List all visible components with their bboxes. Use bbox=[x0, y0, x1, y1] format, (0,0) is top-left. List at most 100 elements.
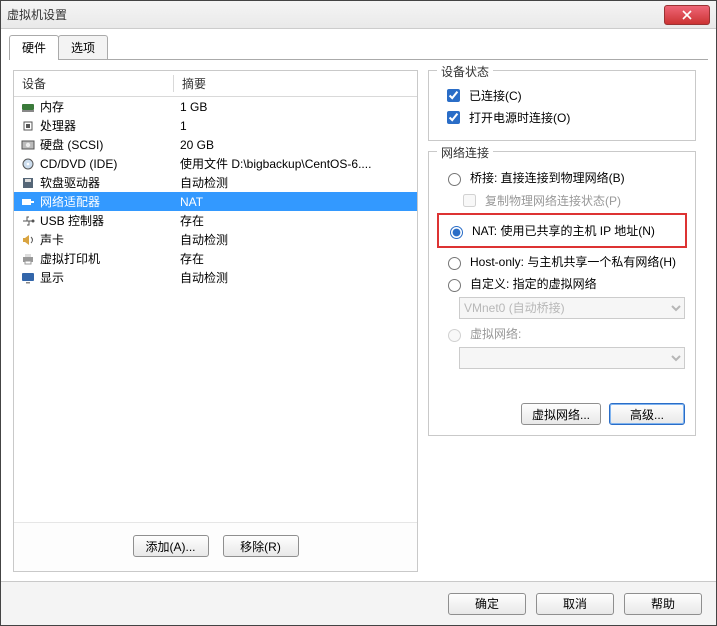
col-device[interactable]: 设备 bbox=[14, 75, 174, 92]
device-summary: 存在 bbox=[174, 250, 417, 267]
virtual-network-button[interactable]: 虚拟网络... bbox=[521, 403, 601, 425]
advanced-button[interactable]: 高级... bbox=[609, 403, 685, 425]
device-status-group: 设备状态 已连接(C) 打开电源时连接(O) bbox=[428, 70, 696, 141]
tab-hardware[interactable]: 硬件 bbox=[9, 35, 59, 60]
cpu-icon bbox=[20, 119, 36, 133]
device-name: USB 控制器 bbox=[40, 212, 174, 229]
close-button[interactable] bbox=[664, 5, 710, 25]
titlebar: 虚拟机设置 bbox=[1, 1, 716, 29]
printer-icon bbox=[20, 252, 36, 266]
nat-radio-row[interactable]: NAT: 使用已共享的主机 IP 地址(N) bbox=[445, 222, 683, 239]
floppy-icon bbox=[20, 176, 36, 190]
replicate-checkbox bbox=[463, 194, 476, 207]
device-summary: 20 GB bbox=[174, 138, 417, 152]
memory-icon bbox=[20, 100, 36, 114]
device-summary: 自动检测 bbox=[174, 231, 417, 248]
custom-radio[interactable] bbox=[448, 279, 461, 292]
device-summary: 自动检测 bbox=[174, 269, 417, 286]
vm-settings-window: 虚拟机设置 硬件 选项 设备 摘要 内存1 GB处理器1硬盘 (SCSI)20 … bbox=[0, 0, 717, 626]
window-title: 虚拟机设置 bbox=[7, 6, 664, 23]
device-name: 软盘驱动器 bbox=[40, 174, 174, 191]
device-summary: 存在 bbox=[174, 212, 417, 229]
close-icon bbox=[682, 10, 692, 20]
table-row[interactable]: 处理器1 bbox=[14, 116, 417, 135]
add-button[interactable]: 添加(A)... bbox=[133, 535, 209, 557]
content-area: 设备 摘要 内存1 GB处理器1硬盘 (SCSI)20 GBCD/DVD (ID… bbox=[1, 60, 716, 572]
table-row[interactable]: 虚拟打印机存在 bbox=[14, 249, 417, 268]
bridged-label: 桥接: 直接连接到物理网络(B) bbox=[470, 169, 625, 186]
table-row[interactable]: 硬盘 (SCSI)20 GB bbox=[14, 135, 417, 154]
column-headers: 设备 摘要 bbox=[14, 71, 417, 97]
connected-checkbox[interactable] bbox=[447, 89, 460, 102]
replicate-label: 复制物理网络连接状态(P) bbox=[485, 192, 621, 209]
network-connection-group: 网络连接 桥接: 直接连接到物理网络(B) 复制物理网络连接状态(P) NAT:… bbox=[428, 151, 696, 436]
connect-on-poweron-row[interactable]: 打开电源时连接(O) bbox=[443, 108, 685, 127]
device-name: 处理器 bbox=[40, 117, 174, 134]
table-row[interactable]: 声卡自动检测 bbox=[14, 230, 417, 249]
table-row[interactable]: CD/DVD (IDE)使用文件 D:\bigbackup\CentOS-6..… bbox=[14, 154, 417, 173]
vmnet-select-row: VMnet0 (自动桥接) bbox=[459, 297, 685, 319]
vmnet-select: VMnet0 (自动桥接) bbox=[459, 297, 685, 319]
disk-icon bbox=[20, 138, 36, 152]
remove-button[interactable]: 移除(R) bbox=[223, 535, 299, 557]
col-summary[interactable]: 摘要 bbox=[174, 75, 417, 92]
table-row[interactable]: 软盘驱动器自动检测 bbox=[14, 173, 417, 192]
help-button[interactable]: 帮助 bbox=[624, 593, 702, 615]
device-summary: NAT bbox=[174, 195, 417, 209]
cd-icon bbox=[20, 157, 36, 171]
tab-options-label: 选项 bbox=[71, 41, 95, 55]
device-name: 硬盘 (SCSI) bbox=[40, 136, 174, 153]
hostonly-label: Host-only: 与主机共享一个私有网络(H) bbox=[470, 253, 676, 270]
device-rows[interactable]: 内存1 GB处理器1硬盘 (SCSI)20 GBCD/DVD (IDE)使用文件… bbox=[14, 97, 417, 522]
replicate-checkbox-row: 复制物理网络连接状态(P) bbox=[459, 191, 685, 210]
bridged-radio[interactable] bbox=[448, 173, 461, 186]
dialog-footer: 确定 取消 帮助 bbox=[1, 581, 716, 625]
bridged-radio-row[interactable]: 桥接: 直接连接到物理网络(B) bbox=[443, 169, 685, 186]
sound-icon bbox=[20, 233, 36, 247]
ok-button[interactable]: 确定 bbox=[448, 593, 526, 615]
connected-checkbox-row[interactable]: 已连接(C) bbox=[443, 86, 685, 105]
virtual-network-select-row bbox=[459, 347, 685, 369]
device-name: CD/DVD (IDE) bbox=[40, 157, 174, 171]
nic-icon bbox=[20, 195, 36, 209]
hostonly-radio[interactable] bbox=[448, 257, 461, 270]
connect-on-poweron-checkbox[interactable] bbox=[447, 111, 460, 124]
virtual-network-select bbox=[459, 347, 685, 369]
device-list-panel: 设备 摘要 内存1 GB处理器1硬盘 (SCSI)20 GBCD/DVD (ID… bbox=[13, 70, 418, 572]
hostonly-radio-row[interactable]: Host-only: 与主机共享一个私有网络(H) bbox=[443, 253, 685, 270]
device-status-legend: 设备状态 bbox=[437, 63, 493, 80]
device-buttons: 添加(A)... 移除(R) bbox=[14, 522, 417, 571]
device-name: 显示 bbox=[40, 269, 174, 286]
tab-options[interactable]: 选项 bbox=[58, 35, 108, 60]
table-row[interactable]: USB 控制器存在 bbox=[14, 211, 417, 230]
device-name: 网络适配器 bbox=[40, 193, 174, 210]
device-summary: 使用文件 D:\bigbackup\CentOS-6.... bbox=[174, 155, 417, 172]
device-name: 声卡 bbox=[40, 231, 174, 248]
display-icon bbox=[20, 271, 36, 285]
network-connection-legend: 网络连接 bbox=[437, 144, 493, 161]
usb-icon bbox=[20, 214, 36, 228]
device-summary: 1 bbox=[174, 119, 417, 133]
settings-panel: 设备状态 已连接(C) 打开电源时连接(O) 网络连接 桥接: 直接连接到物理网… bbox=[428, 70, 696, 572]
tabs: 硬件 选项 bbox=[1, 29, 716, 60]
device-summary: 1 GB bbox=[174, 100, 417, 114]
device-name: 虚拟打印机 bbox=[40, 250, 174, 267]
nat-label: NAT: 使用已共享的主机 IP 地址(N) bbox=[472, 222, 655, 239]
network-buttons: 虚拟网络... 高级... bbox=[439, 403, 685, 425]
tab-hardware-label: 硬件 bbox=[22, 41, 46, 55]
device-summary: 自动检测 bbox=[174, 174, 417, 191]
custom-radio-row[interactable]: 自定义: 指定的虚拟网络 bbox=[443, 275, 685, 292]
table-row[interactable]: 内存1 GB bbox=[14, 97, 417, 116]
virtual-network-radio bbox=[448, 329, 461, 342]
table-row[interactable]: 显示自动检测 bbox=[14, 268, 417, 287]
nat-radio[interactable] bbox=[450, 226, 463, 239]
device-name: 内存 bbox=[40, 98, 174, 115]
connect-on-poweron-label: 打开电源时连接(O) bbox=[469, 109, 570, 126]
nat-highlight: NAT: 使用已共享的主机 IP 地址(N) bbox=[437, 213, 687, 248]
virtual-network-label: 虚拟网络: bbox=[470, 325, 521, 342]
virtual-network-radio-row: 虚拟网络: bbox=[443, 325, 685, 342]
custom-label: 自定义: 指定的虚拟网络 bbox=[470, 275, 597, 292]
connected-label: 已连接(C) bbox=[469, 87, 522, 104]
table-row[interactable]: 网络适配器NAT bbox=[14, 192, 417, 211]
cancel-button[interactable]: 取消 bbox=[536, 593, 614, 615]
